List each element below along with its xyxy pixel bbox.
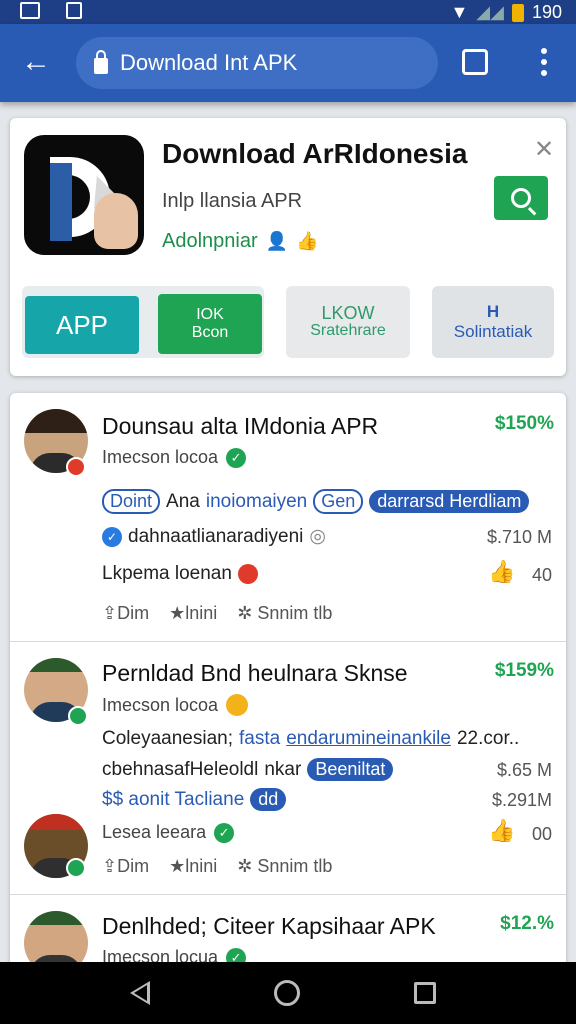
- list-item[interactable]: Pernldad Bnd heulnara Sknse $159% Imecso…: [10, 642, 566, 894]
- badge-icon: [68, 706, 88, 726]
- share-action[interactable]: ⇪Dim: [102, 856, 149, 877]
- item-title: Dounsau alta IMdonia APR: [102, 413, 379, 439]
- image-icon: [20, 2, 40, 19]
- sub-meta: Lesea leeara ✓: [102, 822, 235, 843]
- app-title: Download ArRIdonesia: [162, 138, 468, 169]
- like-icon[interactable]: 👍: [488, 559, 515, 585]
- app-subtitle: Inlp llansia APR: [162, 190, 303, 212]
- lkow-button[interactable]: LKOW Sratehrare: [286, 286, 410, 358]
- results-list: Dounsau alta IMdonia APR $150% Imecson l…: [10, 393, 566, 973]
- info-icon: ◎: [309, 526, 326, 547]
- verified-icon: ✓: [214, 822, 235, 843]
- signal-icon: ◢◢: [476, 2, 504, 22]
- item-size: $.710 M: [486, 527, 552, 547]
- star-action[interactable]: ★lnini: [169, 856, 217, 877]
- iok-button[interactable]: IOK Bcon: [158, 294, 262, 354]
- item-size-2: $.291M: [491, 790, 552, 810]
- item-actions: ⇪Dim ★lnini ✲ Snnim tlb: [102, 856, 332, 877]
- close-icon[interactable]: ✕: [532, 138, 556, 162]
- wifi-icon: ▼: [450, 2, 469, 22]
- item-meta: Imecson locoa: [102, 694, 249, 716]
- item-desc: Doint Ana inoiomaiyen Gen darrarsd Herdl…: [102, 489, 530, 514]
- search-button[interactable]: [494, 176, 548, 220]
- url-text: Download Int APK: [120, 50, 298, 75]
- item-title: Denlhded; Citeer Kapsihaar APK: [102, 913, 436, 939]
- solintatiak-button[interactable]: H Solintatiak: [432, 286, 554, 358]
- item-price: $12.%: [500, 913, 554, 934]
- verified-icon: ✓: [226, 447, 247, 468]
- item-meta: Imecson locoa ✓: [102, 447, 247, 468]
- badge-icon: [66, 858, 86, 878]
- h-icon: H: [486, 302, 500, 321]
- item-line3: Lkpema loenan: [102, 563, 258, 585]
- item-price: $159%: [494, 660, 554, 681]
- like-count: 00: [531, 824, 552, 844]
- tabs-icon[interactable]: [462, 49, 488, 75]
- apple-icon: [237, 564, 258, 584]
- item-title: Pernldad Bnd heulnara Sknse: [102, 660, 408, 686]
- thumbs-icon: 👍: [296, 231, 319, 251]
- status-time: 190: [531, 2, 562, 22]
- like-icon[interactable]: 👍: [488, 818, 515, 844]
- nav-recents-icon[interactable]: [414, 982, 436, 1004]
- app-button[interactable]: APP: [25, 296, 139, 354]
- list-item[interactable]: Dounsau alta IMdonia APR $150% Imecson l…: [10, 393, 566, 641]
- status-bar: ▼ ◢◢ 190: [0, 0, 576, 24]
- item-line2: cbehnasafHeleoldl nkar Beeniltat: [102, 758, 394, 781]
- back-arrow-icon[interactable]: ←: [16, 44, 56, 80]
- nav-back-icon[interactable]: [130, 981, 150, 1005]
- app-icon[interactable]: [24, 135, 144, 255]
- share-action[interactable]: ⇪Dim: [102, 603, 149, 624]
- save-action[interactable]: ✲ Snnim tlb: [237, 856, 332, 877]
- item-price: $150%: [494, 413, 554, 434]
- like-count: 40: [531, 565, 552, 585]
- item-line2: ✓ dahnaatlianaradiyeni ◎: [102, 525, 326, 548]
- badge-icon: [66, 457, 86, 477]
- app-header-card: Download ArRIdonesia Inlp llansia APR Ad…: [10, 118, 566, 376]
- lock-icon: [94, 50, 108, 74]
- nav-home-icon[interactable]: [274, 980, 300, 1006]
- emoji-icon: [226, 694, 249, 716]
- developer-name: Adolnpniar: [162, 230, 258, 252]
- file-icon: [66, 2, 82, 19]
- more-vert-icon[interactable]: [530, 42, 558, 82]
- item-size: $.65 M: [496, 760, 552, 780]
- item-line3: $$ aonit Tacliane dd: [102, 788, 287, 811]
- item-line1: Coleyaanesian; fasta endarumineinankile …: [102, 728, 520, 749]
- item-actions: ⇪Dim ★lnini ✲ Snnim tlb: [102, 603, 332, 624]
- developer-link[interactable]: Adolnpniar 👤 👍: [162, 230, 318, 253]
- search-icon: [511, 188, 531, 208]
- save-action[interactable]: ✲ Snnim tlb: [237, 603, 332, 624]
- url-bar[interactable]: Download Int APK: [76, 37, 438, 89]
- battery-icon: [511, 3, 524, 22]
- person-icon: 👤: [265, 231, 289, 251]
- check-icon: ✓: [102, 526, 122, 547]
- star-action[interactable]: ★lnini: [169, 603, 217, 624]
- download-button-group: APP IOK Bcon: [22, 286, 264, 358]
- system-nav-bar: [0, 962, 576, 1024]
- browser-toolbar: ← Download Int APK: [0, 24, 576, 102]
